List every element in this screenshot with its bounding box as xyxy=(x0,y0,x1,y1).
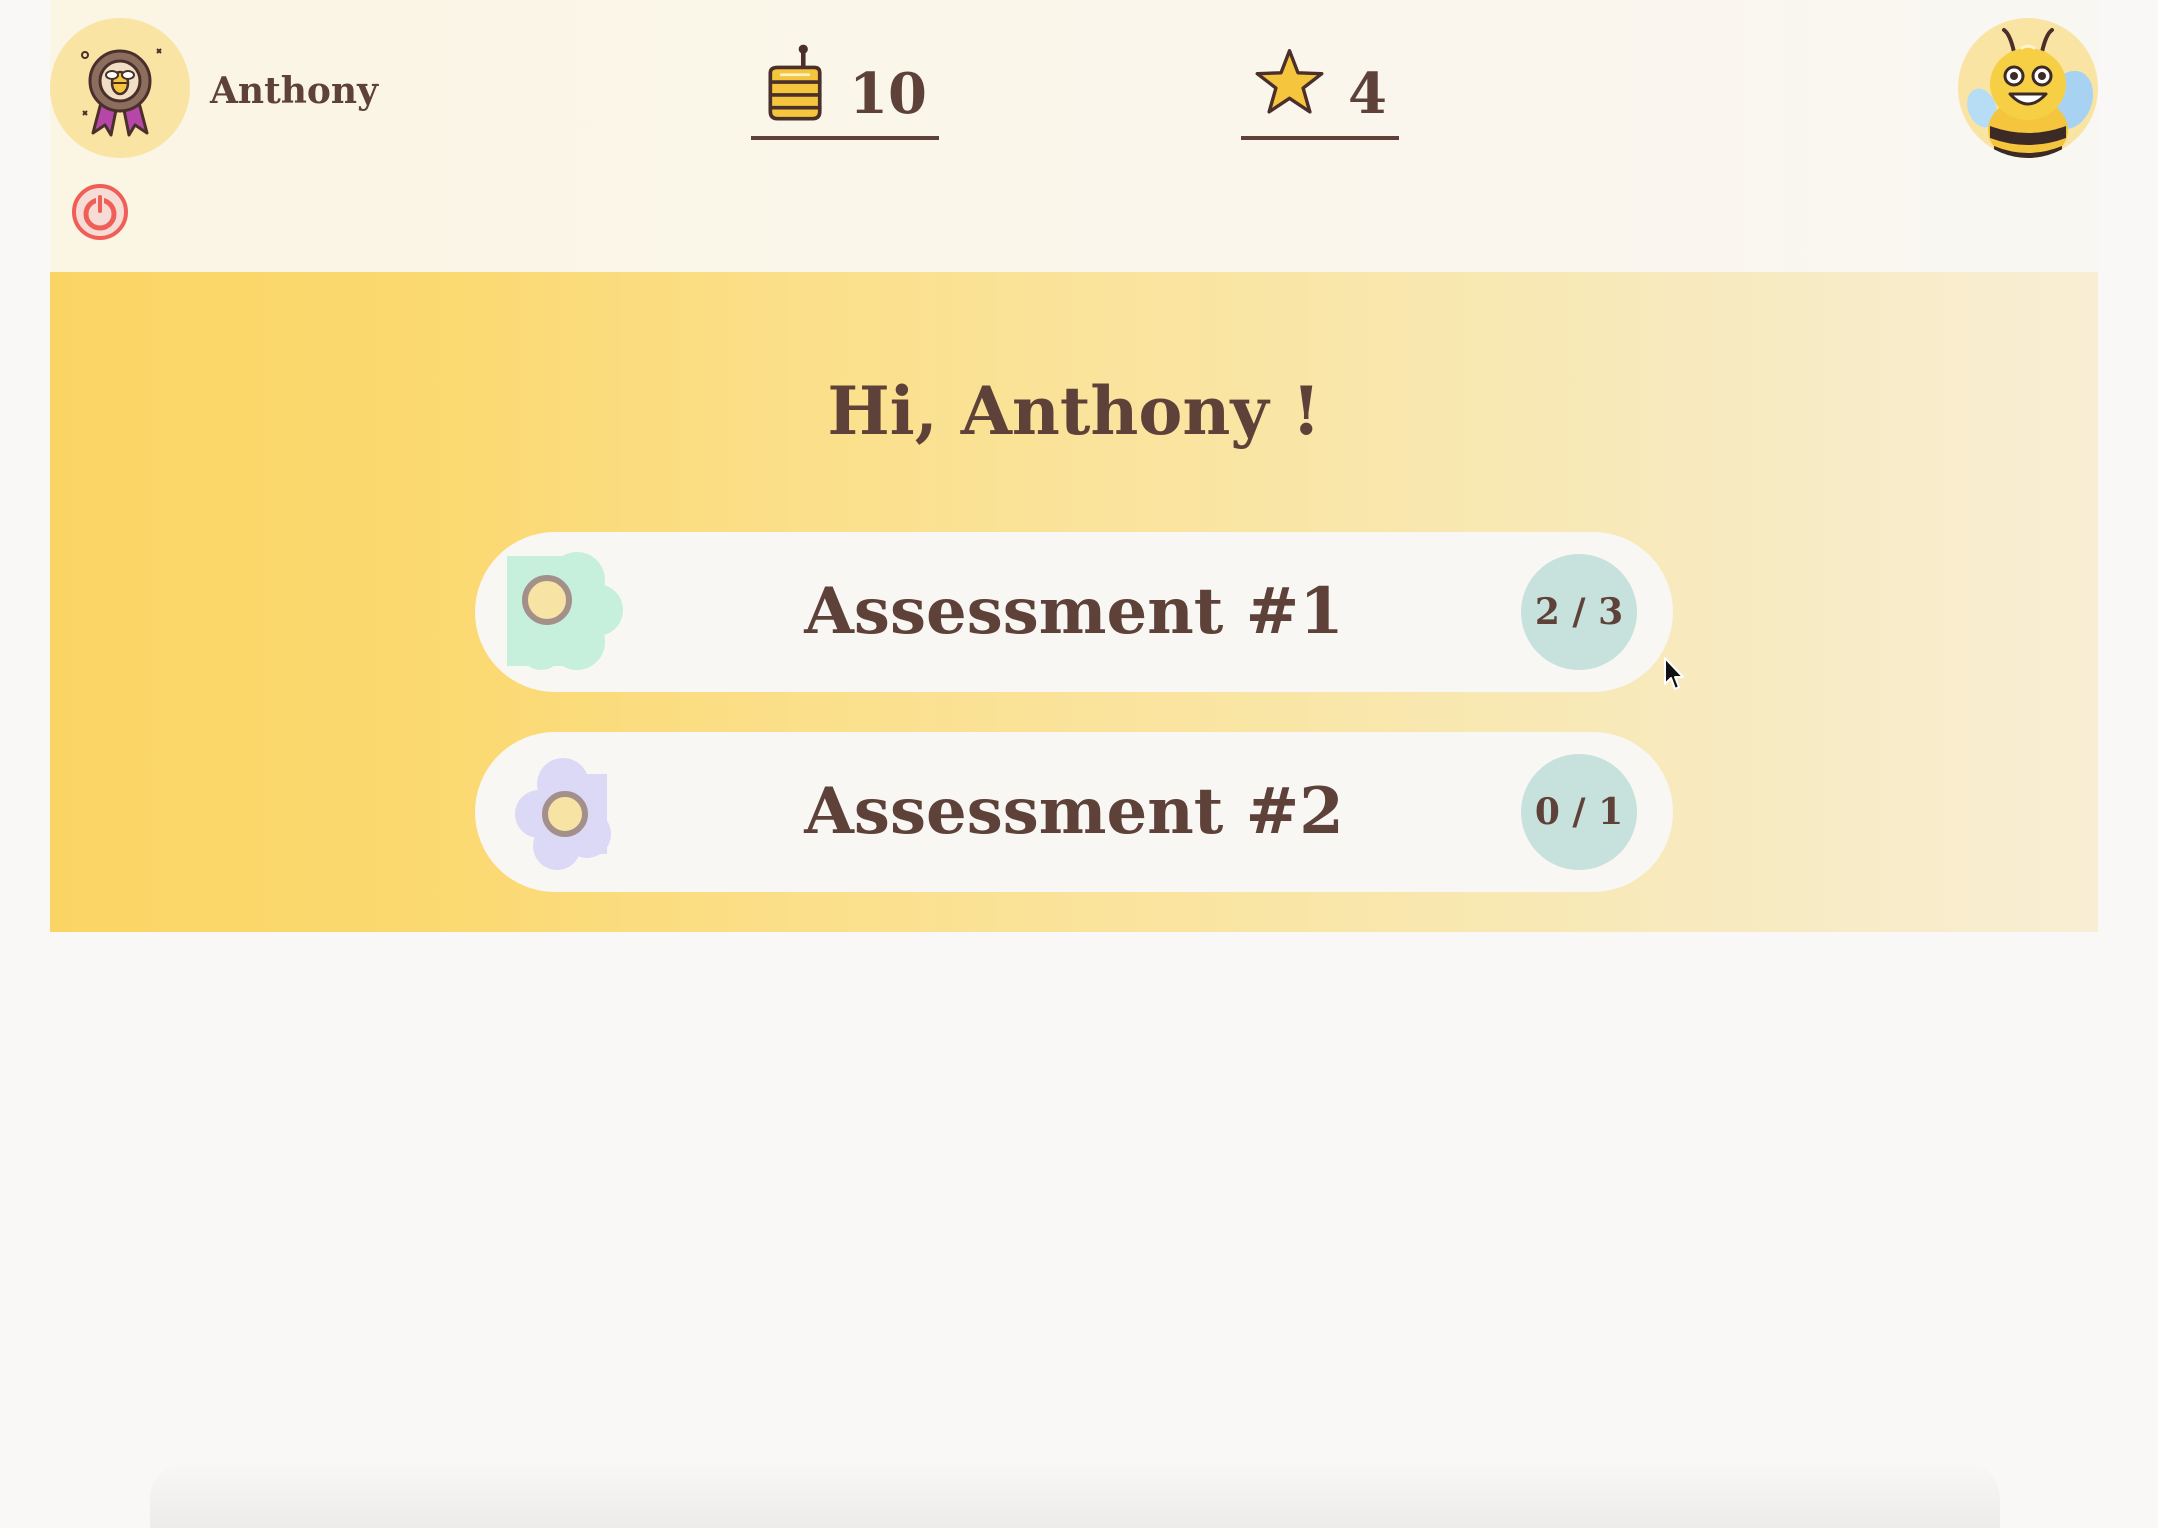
assessment-title: Assessment #1 xyxy=(804,574,1344,649)
honey-count: 10 xyxy=(849,61,927,127)
star-count: 4 xyxy=(1348,61,1387,127)
assessment-score-badge: 0 / 1 xyxy=(1521,754,1637,870)
assessment-title: Assessment #2 xyxy=(804,774,1344,849)
app-page: Anthony 10 4 Hi, Anthony ! Assessment #1… xyxy=(0,0,2158,1528)
bee-mascot-icon xyxy=(1967,28,2094,158)
greeting-heading: Hi, Anthony ! xyxy=(827,372,1321,450)
assessment-card-2[interactable]: Assessment #2 0 / 1 xyxy=(475,732,1673,892)
logout-button[interactable] xyxy=(70,182,130,242)
mouse-cursor-icon xyxy=(1664,657,1684,690)
username: Anthony xyxy=(210,70,379,112)
honey-counter: 10 xyxy=(751,30,939,140)
star-icon xyxy=(1255,49,1324,114)
mascot-avatar[interactable] xyxy=(1958,18,2098,158)
bee-badge-icon xyxy=(81,48,162,137)
assessment-card-1[interactable]: Assessment #1 2 / 3 xyxy=(475,532,1673,692)
assessment-score-badge: 2 / 3 xyxy=(1521,554,1637,670)
user-avatar[interactable] xyxy=(50,18,190,158)
star-counter: 4 xyxy=(1241,30,1399,140)
power-icon xyxy=(72,184,128,240)
header: Anthony 10 4 xyxy=(50,0,2098,272)
bottom-shadow xyxy=(150,1460,2000,1528)
honey-jar-icon xyxy=(768,44,822,121)
hero-banner: Hi, Anthony ! Assessment #1 2 / 3 Assess… xyxy=(50,272,2098,932)
